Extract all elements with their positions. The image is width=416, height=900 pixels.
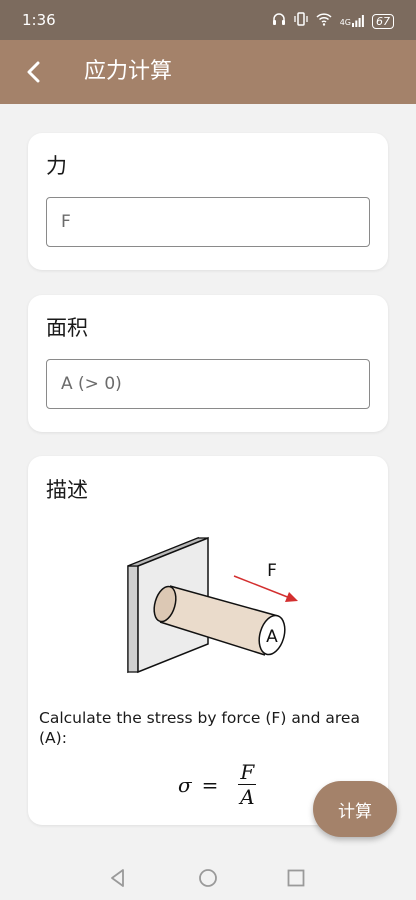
formula-sigma: σ <box>178 772 192 797</box>
status-bar: 1:36 4G 67 <box>0 0 416 40</box>
battery-icon: 67 <box>372 13 394 29</box>
back-button[interactable] <box>18 56 50 88</box>
formula-equals: = <box>201 772 219 797</box>
nav-home-icon[interactable] <box>198 868 218 888</box>
area-input[interactable] <box>46 359 370 409</box>
calculate-button[interactable]: 计算 <box>313 781 397 837</box>
system-nav-bar <box>0 856 416 900</box>
app-bar: 应力计算 <box>0 40 416 104</box>
area-title: 面积 <box>46 316 88 340</box>
nav-recents-icon[interactable] <box>286 868 306 888</box>
formula-fraction: F A <box>238 760 257 809</box>
wall-side <box>127 565 139 673</box>
force-card: 力 <box>28 133 388 270</box>
area-label: A <box>266 627 278 647</box>
wifi-icon <box>316 12 332 30</box>
force-input[interactable] <box>46 197 370 247</box>
stress-diagram: A F <box>127 536 298 674</box>
calculate-button-label: 计算 <box>338 801 372 822</box>
headphones-icon <box>272 12 286 30</box>
description-title: 描述 <box>46 478 88 502</box>
stress-formula: σ = F A <box>178 760 257 809</box>
nav-back-icon[interactable] <box>108 868 128 888</box>
status-time: 1:36 <box>22 11 56 29</box>
formula-denominator: A <box>240 785 255 809</box>
vibrate-icon <box>294 12 308 30</box>
description-text: Calculate the stress by force (F) and ar… <box>39 709 360 747</box>
page-title: 应力计算 <box>84 59 173 84</box>
force-title: 力 <box>46 154 67 178</box>
status-icons: 4G 67 <box>272 12 394 30</box>
force-arrow <box>233 575 291 599</box>
signal-icon: 4G <box>340 15 364 27</box>
battery-level: 67 <box>376 14 390 28</box>
area-card: 面积 <box>28 295 388 432</box>
network-type: 4G <box>339 18 351 27</box>
back-arrow-icon <box>27 61 40 83</box>
formula-numerator: F <box>238 760 257 785</box>
description-card: 描述 A F Calculate the stress by force (F)… <box>28 456 388 825</box>
force-label: F <box>267 561 277 581</box>
